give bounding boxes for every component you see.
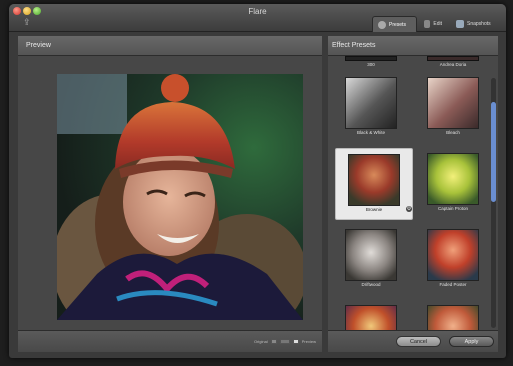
preview-footer: Original Preview [18, 330, 322, 352]
preset-thumbnail [348, 154, 400, 206]
preset-label: Captain Proton [437, 206, 469, 211]
preview-area [18, 56, 322, 330]
preset-thumbnail [427, 229, 479, 281]
preset-label-300: 300 [367, 62, 375, 67]
tab-presets-label: Presets [389, 21, 406, 28]
cancel-button[interactable]: Cancel [396, 336, 441, 347]
presets-footer: Cancel Apply [328, 330, 498, 352]
preset-row4-left[interactable] [333, 300, 405, 330]
preview-view-checkbox[interactable] [292, 339, 299, 344]
presets-icon [378, 20, 386, 29]
preset-thumbnail [345, 77, 397, 129]
preview-header: Preview [18, 36, 322, 56]
preview-label: Preview [301, 339, 316, 344]
preset-label: Bleach [446, 130, 460, 135]
preset-captain-proton[interactable]: Captain Proton [415, 148, 487, 218]
presets-header: Effect Presets [328, 36, 498, 56]
original-label: Original [253, 339, 268, 344]
preset-thumbnail [427, 305, 479, 330]
snapshots-icon [456, 20, 464, 28]
preset-label-andrea-doria: Andrea Doria [439, 62, 467, 67]
preset-thumbnail [427, 77, 479, 129]
split-view-icon[interactable] [279, 339, 290, 344]
title-bar: ⇪ Flare Presets Edit Snapshots [9, 4, 506, 32]
tab-snapshots[interactable]: Snapshots [451, 16, 503, 32]
preset-label: Brownie [365, 207, 383, 212]
preview-panel: Preview Original Preview [18, 36, 322, 352]
preset-thumb-andrea-doria[interactable] [427, 56, 479, 61]
preset-row4-right[interactable] [415, 300, 487, 330]
compare-controls: Original Preview [254, 339, 316, 344]
window-title: Flare [248, 7, 267, 16]
preset-driftwood[interactable]: Driftwood [333, 224, 405, 294]
preset-thumbnail [345, 229, 397, 281]
presets-panel: Effect Presets 300 Andrea Doria Black & … [328, 36, 498, 352]
apply-button[interactable]: Apply [449, 336, 494, 347]
tab-presets[interactable]: Presets [372, 16, 417, 32]
tab-edit-label: Edit [433, 21, 442, 27]
preset-label: Black & White [356, 130, 385, 135]
gear-icon[interactable]: ⚙ [406, 206, 412, 212]
preset-bleach[interactable]: Bleach [415, 72, 487, 142]
share-icon[interactable]: ⇪ [23, 18, 37, 27]
presets-scrollbar[interactable] [491, 78, 496, 328]
tab-snapshots-label: Snapshots [467, 21, 491, 27]
preset-label: Driftwood [361, 282, 381, 287]
preset-thumbnail [345, 305, 397, 330]
original-view-icon[interactable] [270, 339, 277, 344]
presets-list[interactable]: 300 Andrea Doria Black & White Bleach Br… [328, 56, 498, 330]
scrollbar-thumb[interactable] [491, 102, 496, 202]
preset-brownie[interactable]: Brownie ⚙ [335, 148, 413, 220]
preset-faded-poster[interactable]: Faded Poster [415, 224, 487, 294]
preset-thumbnail [427, 153, 479, 205]
tab-edit[interactable]: Edit [419, 16, 447, 32]
preview-photo[interactable] [57, 74, 303, 320]
preview-title: Preview [26, 42, 51, 49]
preset-thumb-300[interactable] [345, 56, 397, 61]
edit-icon [424, 20, 431, 28]
presets-title: Effect Presets [332, 42, 376, 49]
preset-black-white[interactable]: Black & White [333, 72, 405, 142]
preset-label: Faded Poster [439, 282, 467, 287]
app-window: ⇪ Flare Presets Edit Snapshots Preview O… [9, 4, 506, 358]
